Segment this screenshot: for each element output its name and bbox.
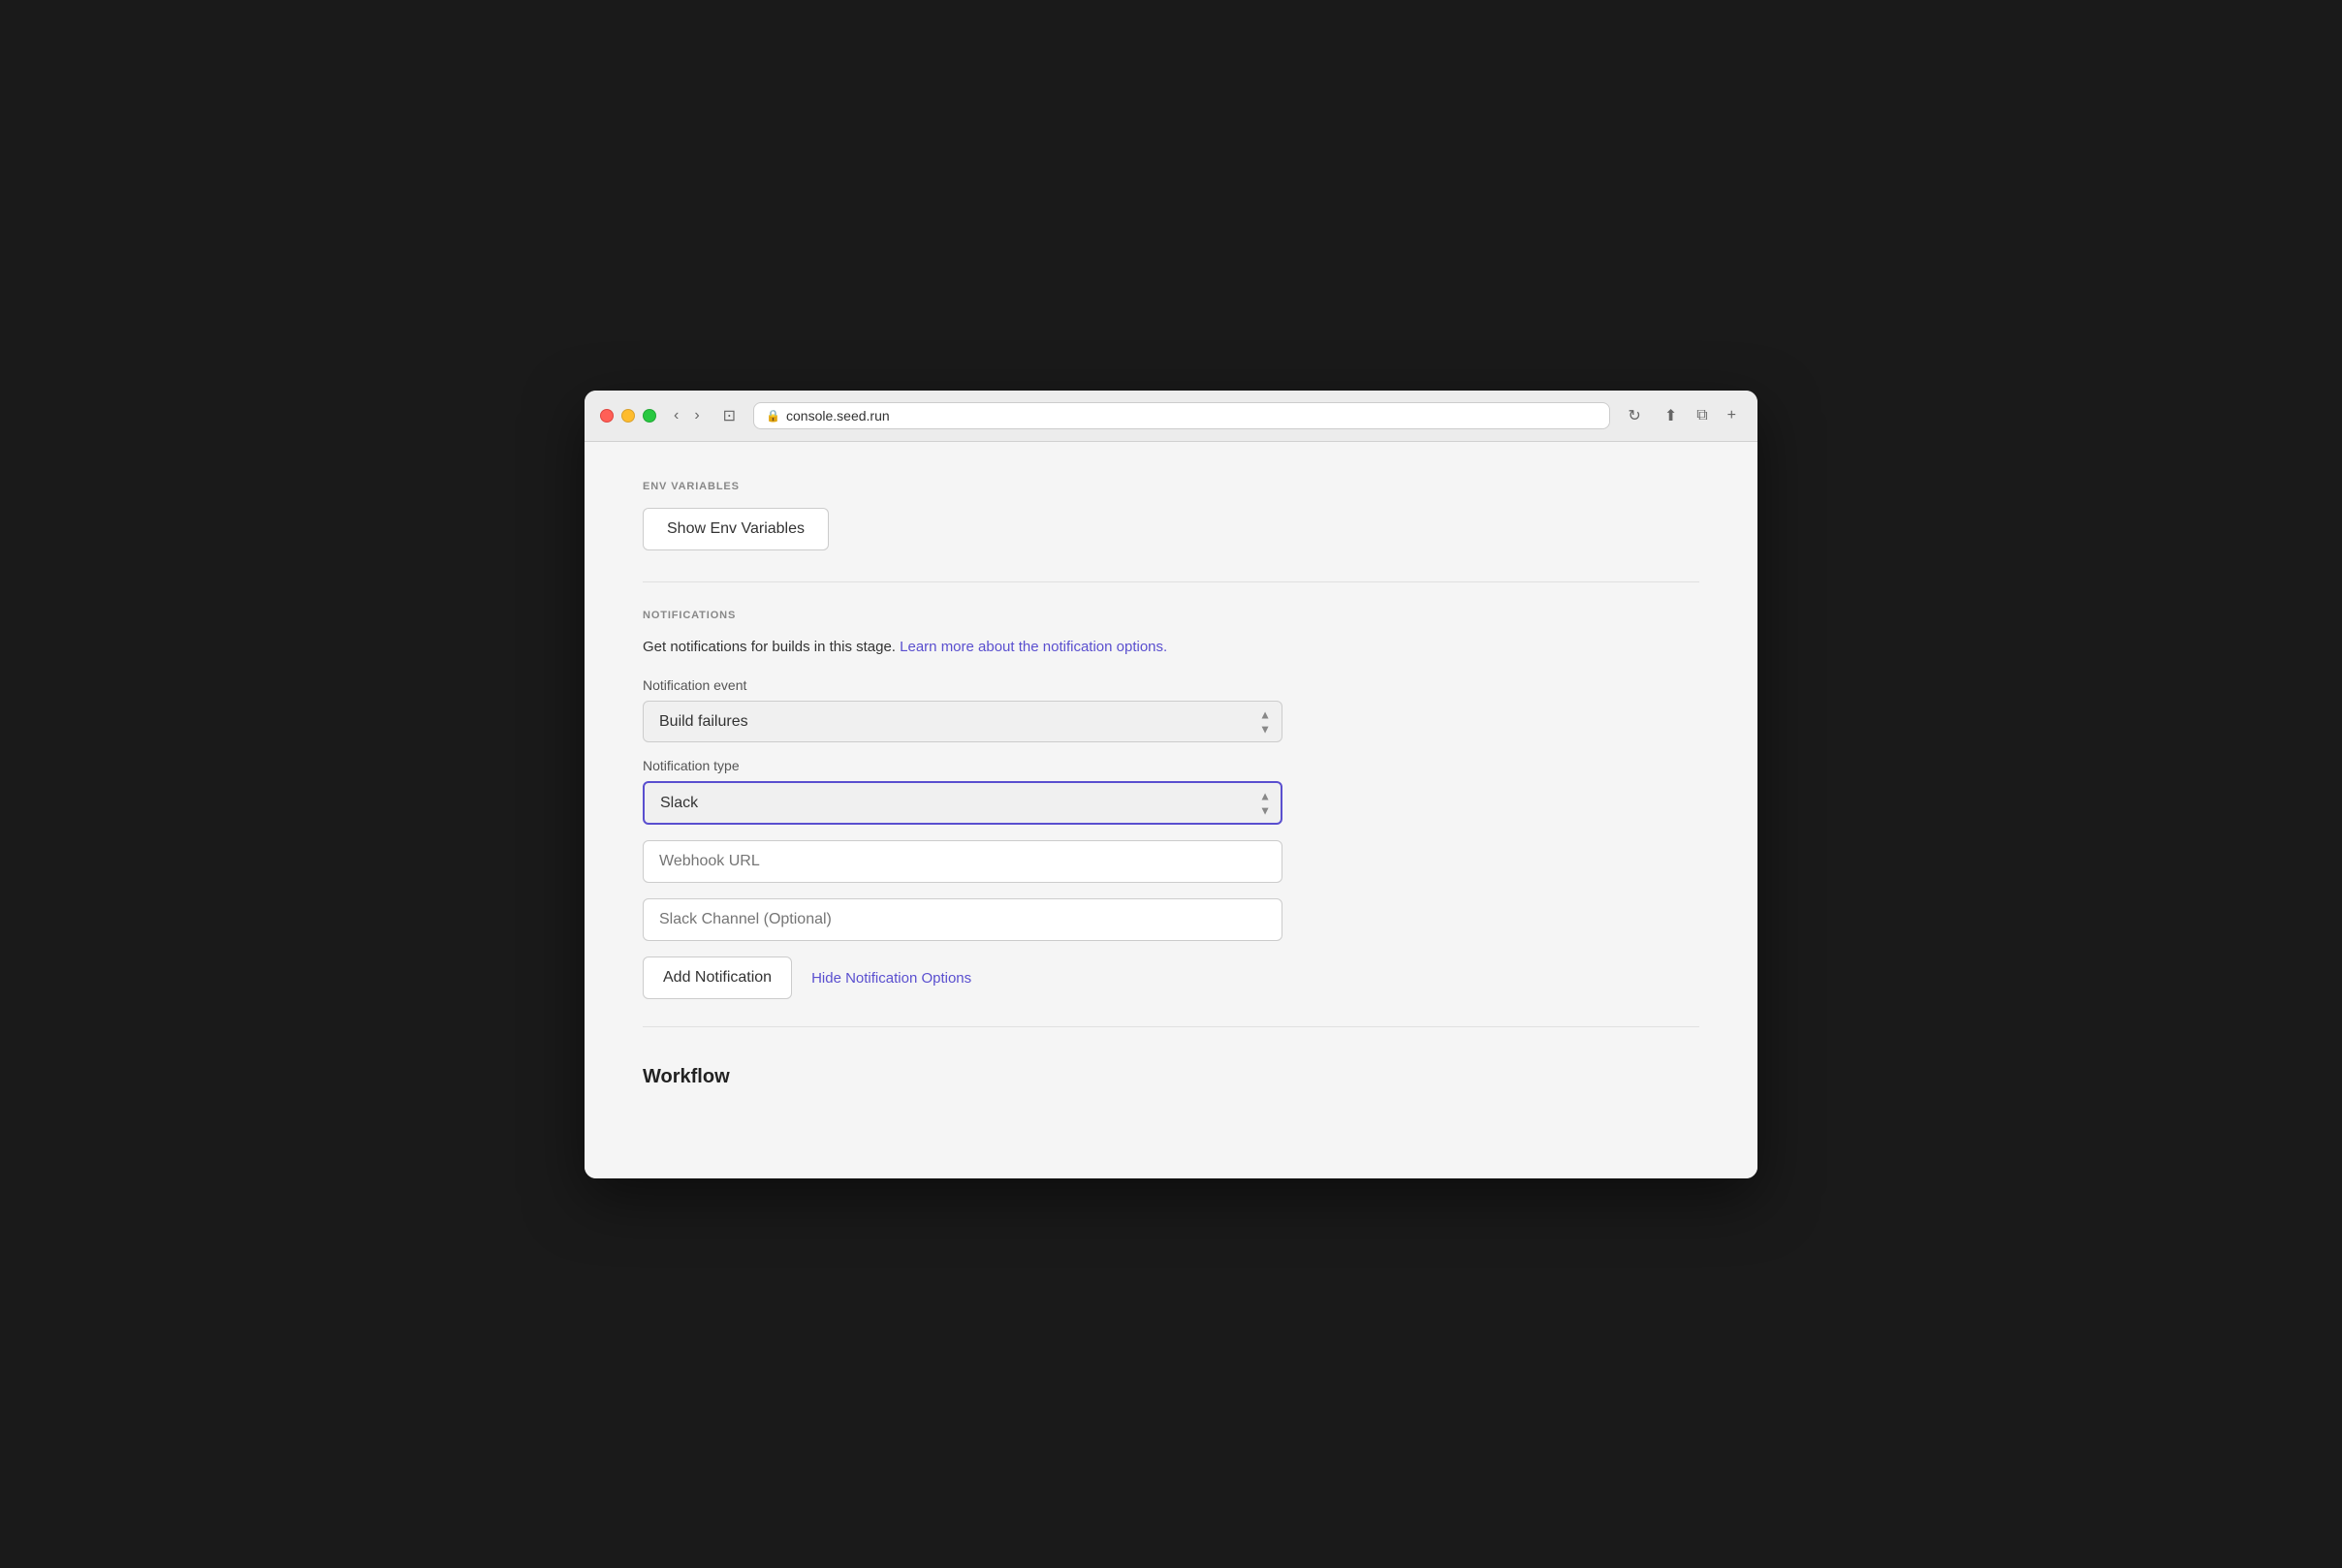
- notification-event-group: Notification event Build failures All bu…: [643, 677, 1699, 742]
- notification-type-label: Notification type: [643, 758, 1699, 773]
- slack-channel-group: [643, 898, 1699, 941]
- workflow-title: Workflow: [643, 1066, 1699, 1088]
- env-variables-label: ENV VARIABLES: [643, 481, 1699, 492]
- notifications-description-text: Get notifications for builds in this sta…: [643, 639, 896, 655]
- add-tab-button[interactable]: +: [1722, 404, 1742, 427]
- notification-event-select-wrapper: Build failures All builds Build successe…: [643, 701, 1282, 742]
- browser-actions: ⬆ ⧉ +: [1659, 404, 1742, 427]
- env-variables-section: ENV VARIABLES Show Env Variables: [643, 481, 1699, 550]
- notifications-section: NOTIFICATIONS Get notifications for buil…: [643, 610, 1699, 1000]
- notification-event-select[interactable]: Build failures All builds Build successe…: [643, 701, 1282, 742]
- traffic-lights: [600, 409, 656, 423]
- notification-type-select[interactable]: Slack Email GitHub: [643, 781, 1282, 825]
- traffic-light-green[interactable]: [643, 409, 656, 423]
- sidebar-toggle-button[interactable]: ⊡: [717, 404, 742, 427]
- notification-type-group: Notification type Slack Email GitHub ▲ ▼: [643, 758, 1699, 825]
- new-tab-button[interactable]: ⧉: [1691, 404, 1713, 427]
- lock-icon: 🔒: [766, 409, 780, 423]
- nav-buttons: ‹ ›: [668, 405, 706, 426]
- workflow-section: Workflow: [643, 1066, 1699, 1088]
- notification-form-actions: Add Notification Hide Notification Optio…: [643, 956, 1699, 999]
- traffic-light-yellow[interactable]: [621, 409, 635, 423]
- notification-event-label: Notification event: [643, 677, 1699, 693]
- url-text: console.seed.run: [786, 408, 890, 423]
- notifications-description: Get notifications for builds in this sta…: [643, 637, 1699, 659]
- notifications-section-label: NOTIFICATIONS: [643, 610, 1699, 621]
- address-bar[interactable]: 🔒 console.seed.run: [753, 402, 1610, 429]
- back-button[interactable]: ‹: [668, 405, 684, 426]
- forward-button[interactable]: ›: [688, 405, 705, 426]
- hide-notification-options-link[interactable]: Hide Notification Options: [811, 970, 971, 987]
- notifications-learn-more-link[interactable]: Learn more about the notification option…: [900, 639, 1167, 655]
- show-env-variables-button[interactable]: Show Env Variables: [643, 508, 829, 550]
- workflow-divider: [643, 1026, 1699, 1027]
- browser-window: ‹ › ⊡ 🔒 console.seed.run ↻ ⬆ ⧉ + ENV VAR…: [585, 391, 1757, 1178]
- browser-chrome: ‹ › ⊡ 🔒 console.seed.run ↻ ⬆ ⧉ +: [585, 391, 1757, 442]
- slack-channel-input[interactable]: [643, 898, 1282, 941]
- reload-button[interactable]: ↻: [1622, 404, 1646, 427]
- section-divider: [643, 581, 1699, 582]
- webhook-url-input[interactable]: [643, 840, 1282, 883]
- add-notification-button[interactable]: Add Notification: [643, 956, 792, 999]
- notification-type-select-wrapper: Slack Email GitHub ▲ ▼: [643, 781, 1282, 825]
- share-button[interactable]: ⬆: [1659, 404, 1683, 427]
- traffic-light-red[interactable]: [600, 409, 614, 423]
- page-content: ENV VARIABLES Show Env Variables NOTIFIC…: [585, 442, 1757, 1178]
- webhook-url-group: [643, 840, 1699, 883]
